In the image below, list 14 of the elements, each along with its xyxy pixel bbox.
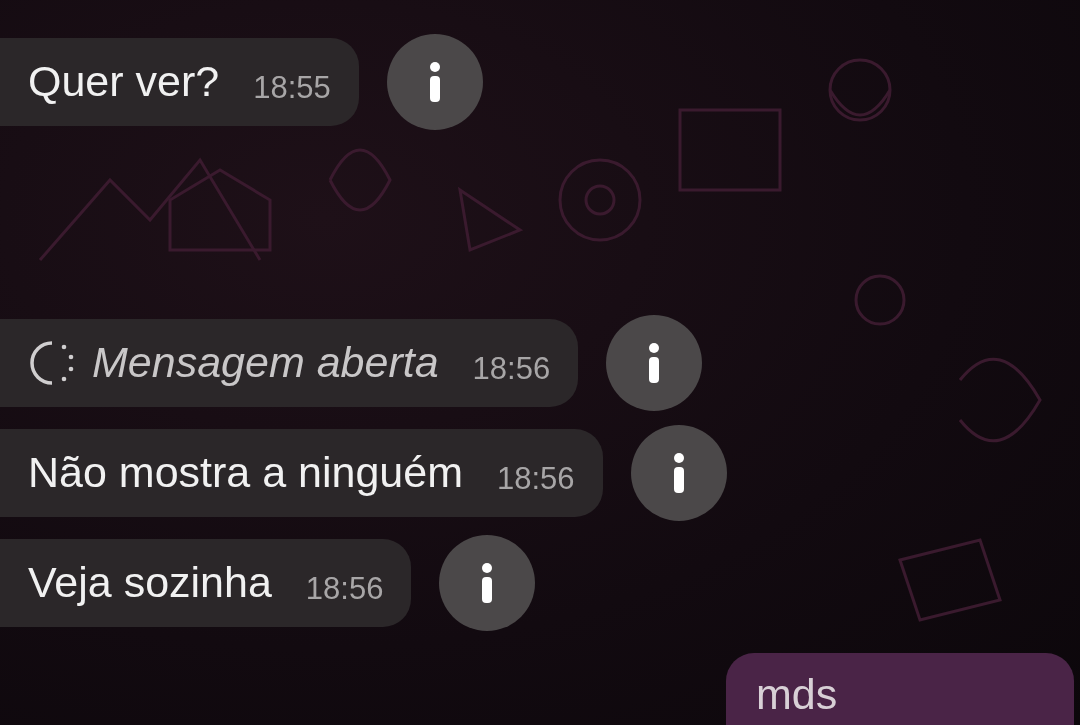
view-once-icon [28,339,76,387]
opened-status-text: Mensagem aberta [92,337,439,389]
info-icon [427,62,442,102]
info-icon [480,563,495,603]
info-icon [647,343,662,383]
message-text: Veja sozinha [28,557,272,609]
message-time: 18:56 [472,349,551,388]
message-text: mds [756,669,838,720]
message-text: Não mostra a ninguém [28,447,463,499]
message-text: Quer ver? [28,56,220,108]
message-time: 18:55 [253,68,331,107]
message-time: 18:56 [497,459,575,498]
info-icon [671,453,686,493]
message-time: 18:56 [305,569,384,608]
